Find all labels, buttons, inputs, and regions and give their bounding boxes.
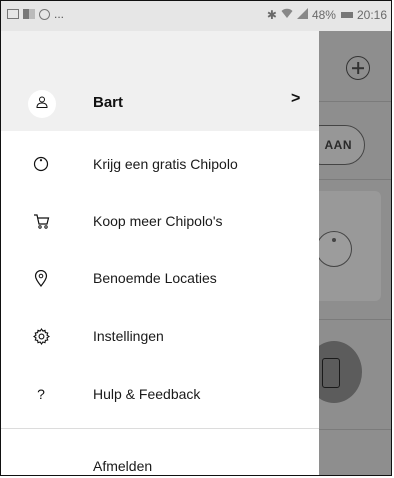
background-divider (319, 179, 391, 180)
menu-item-label: Koop meer Chipolo's (93, 213, 223, 229)
profile-row[interactable]: Bart > (1, 76, 319, 131)
menu-item-named-locations[interactable]: Benoemde Locaties (1, 253, 319, 303)
battery-icon (340, 12, 353, 18)
menu-item-settings[interactable]: Instellingen (1, 311, 319, 361)
cart-icon (32, 212, 50, 230)
status-notifications: ... (7, 7, 64, 21)
menu-divider (1, 428, 319, 429)
add-icon (346, 56, 370, 80)
gear-icon (32, 327, 50, 345)
signal-icon (296, 8, 308, 22)
background-pill-label: AAN (324, 138, 352, 152)
screen: ... ✱ 48% 20:16 AAN Bart > Krijg een gra… (0, 0, 392, 476)
menu-item-label: Benoemde Locaties (93, 270, 217, 286)
background-divider (319, 429, 391, 430)
menu-item-label: Krijg een gratis Chipolo (93, 156, 238, 172)
menu-item-label: Hulp & Feedback (93, 386, 201, 402)
menu-item-help-feedback[interactable]: ? Hulp & Feedback (1, 369, 319, 419)
status-bar: ... ✱ 48% 20:16 (1, 1, 391, 31)
menu-item-buy-chipolos[interactable]: Koop meer Chipolo's (1, 196, 319, 246)
battery-percent: 48% (311, 8, 336, 22)
navigation-drawer: Bart > Krijg een gratis Chipolo Koop mee… (1, 31, 319, 475)
chipolo-icon (32, 155, 50, 173)
help-icon: ? (37, 386, 45, 402)
background-divider (319, 101, 391, 102)
clock: 20:16 (356, 8, 387, 22)
location-pin-icon (32, 269, 50, 287)
wifi-icon (281, 8, 293, 22)
phone-icon (322, 358, 340, 388)
chipolo-device-icon (316, 231, 352, 267)
menu-item-free-chipolo[interactable]: Krijg een gratis Chipolo (1, 139, 319, 189)
profile-name: Bart (93, 94, 124, 111)
drawer-header (1, 31, 319, 76)
menu-item-logout[interactable]: Afmelden (1, 441, 319, 475)
more-notifications: ... (54, 7, 65, 21)
menu-item-label: Afmelden (93, 458, 153, 474)
chevron-right-icon: > (291, 90, 301, 107)
menu-item-label: Instellingen (93, 328, 164, 344)
gallery-notification-icon (7, 9, 19, 19)
instagram-notification-icon (39, 8, 50, 20)
bluetooth-icon: ✱ (266, 8, 277, 22)
app-notification-icon (23, 9, 35, 19)
background-divider (319, 319, 391, 320)
avatar (28, 90, 56, 118)
status-system: ✱ 48% 20:16 (267, 8, 387, 22)
user-icon (36, 95, 48, 113)
